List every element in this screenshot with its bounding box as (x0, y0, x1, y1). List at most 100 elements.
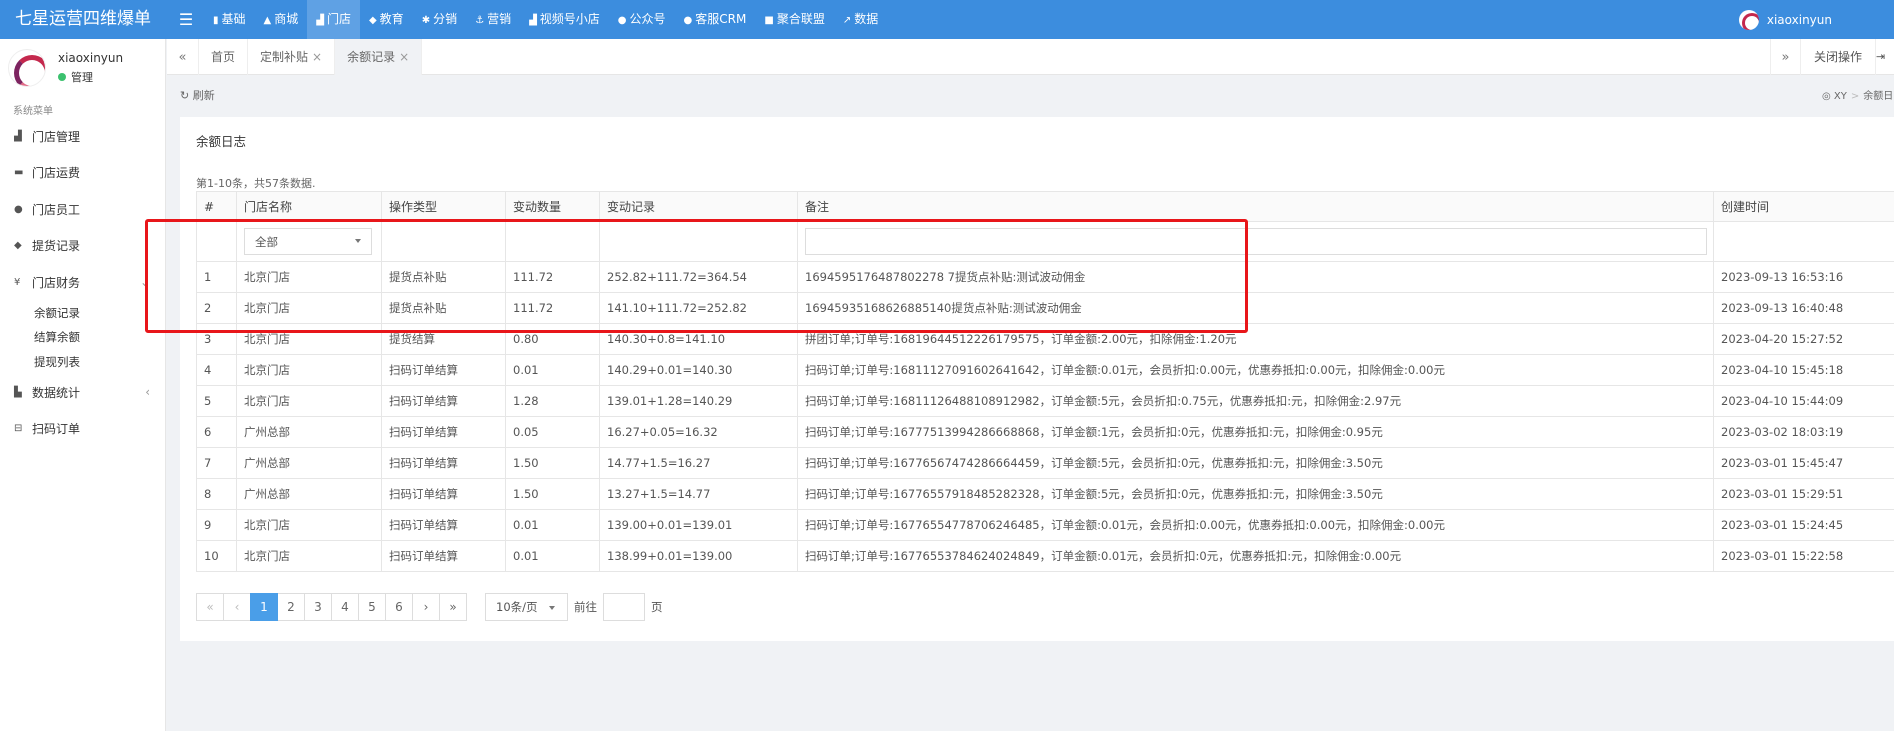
sidebar-item-label: 门店管理 (32, 129, 81, 144)
table-cell: 9 (196, 509, 237, 541)
next-page-button[interactable]: › (412, 593, 440, 621)
balance-table: # 门店名称 操作类型 变动数量 变动记录 备注 创建时间 全部 1 北京门店 提货点补贴 111… (196, 191, 1894, 572)
page-suffix-label: 页 (651, 600, 663, 614)
table-cell: 北京门店 (236, 292, 382, 324)
sidebar-subitem-1[interactable]: 余额记录 (0, 301, 166, 326)
page-title: 余额日志 (196, 134, 247, 149)
chat-icon: ● (683, 15, 693, 26)
table-body: 1 北京门店 提货点补贴 111.72 252.82+111.72=364.54 1694… (196, 261, 1894, 572)
online-dot-icon (58, 73, 66, 81)
tab-3[interactable]: 余额记录 × (335, 39, 423, 75)
column-header: 门店名称 (236, 191, 382, 222)
sidebar-item-label: 数据统计 (32, 385, 81, 400)
page-button-6[interactable]: 6 (385, 593, 413, 621)
close-icon[interactable]: × (312, 50, 322, 64)
sidebar-subitem-2[interactable]: 结算余额 (0, 325, 166, 350)
nav-label: 基础 (221, 12, 246, 26)
table-row: 3 北京门店 提货结算 0.80 140.30+0.8=141.10 拼团订单;订单号:1… (196, 323, 1894, 355)
table-cell: 广州总部 (236, 478, 382, 510)
sidebar-item-7[interactable]: ⊟ 扫码订单 (0, 411, 166, 448)
breadcrumb-root[interactable]: XY (1834, 91, 1847, 102)
close-icon[interactable]: × (399, 50, 409, 64)
table-cell: 4 (196, 354, 237, 386)
table-cell: 拼团订单;订单号:16819644512226179575，订单金额:2.00元… (797, 323, 1714, 355)
sidebar-item-label: 门店员工 (32, 202, 81, 217)
table-cell: 252.82+111.72=364.54 (599, 261, 798, 293)
first-page-button[interactable]: « (196, 593, 224, 621)
sidebar-item-1[interactable]: ▟ 门店管理 (0, 118, 166, 155)
table-cell: 1.50 (505, 447, 600, 479)
page-button-3[interactable]: 3 (304, 593, 332, 621)
gear-icon: ✱ (421, 15, 431, 26)
close-operations-button[interactable]: 关闭操作 (1800, 39, 1876, 75)
page-button-5[interactable]: 5 (358, 593, 386, 621)
nav-label: 门店 (326, 12, 351, 26)
menu-toggle-icon[interactable]: ☰ (175, 0, 197, 39)
nav-gear[interactable]: ✱ 分销 (413, 0, 466, 39)
avatar (1738, 9, 1759, 30)
page-size-select[interactable]: 10条/页 (485, 593, 568, 621)
sidebar: xiaoxinyun 管理 系统菜单 ▟ 门店管理 ▬ 门店运费 ● 门店员工 ◆ 提货记录 ¥… (0, 39, 166, 731)
sidebar-user-panel: xiaoxinyun 管理 (8, 49, 158, 89)
page-button-1[interactable]: 1 (250, 593, 278, 621)
sidebar-item-4[interactable]: ◆ 提货记录 (0, 228, 166, 265)
prev-page-button[interactable]: ‹ (223, 593, 251, 621)
nav-chart-line[interactable]: ↗ 数据 (834, 0, 887, 39)
table-cell: 0.80 (505, 323, 600, 355)
table-cell: 8 (196, 478, 237, 510)
nav-store[interactable]: ▟ 门店 (307, 0, 360, 39)
tab-scroll-right-button[interactable]: » (1770, 39, 1800, 75)
tab-2[interactable]: 定制补贴 × (248, 39, 336, 75)
sidebar-item-5[interactable]: ¥ 门店财务 ⌄ (0, 264, 166, 301)
tab-scroll-left-button[interactable]: « (167, 39, 199, 75)
column-header: 变动记录 (599, 191, 798, 222)
table-cell: 2023-03-01 15:29:51 (1713, 478, 1894, 510)
sidebar-subitem-3[interactable]: 提现列表 (0, 350, 166, 375)
goto-page-input[interactable] (603, 593, 645, 621)
table-cell: 扫码订单结算 (381, 354, 506, 386)
brand-title[interactable]: 七星运营四维爆单 (0, 0, 166, 39)
nav-wechat[interactable]: ● 公众号 (609, 0, 675, 39)
table-cell: 北京门店 (236, 509, 382, 541)
breadcrumb: ◎ XY > 余额日 (1822, 91, 1894, 102)
table-row: 7 广州总部 扫码订单结算 1.50 14.77+1.5=16.27 扫码订单;订单号:1… (196, 447, 1894, 479)
nav-puzzle[interactable]: ■ 聚合联盟 (755, 0, 833, 39)
nav-bookmark[interactable]: ▮ 基础 (204, 0, 255, 39)
nav-anchor[interactable]: ⚓ 营销 (466, 0, 520, 39)
table-cell: 3 (196, 323, 237, 355)
nav-label: 聚合联盟 (776, 12, 825, 26)
nav-graduation[interactable]: ◆ 教育 (360, 0, 413, 39)
store-filter-select[interactable]: 全部 (244, 228, 372, 255)
table-cell: 16945935168626885140提货点补贴:测试波动佣金 (797, 292, 1714, 324)
remark-filter-input[interactable] (805, 228, 1707, 255)
last-page-button[interactable]: » (439, 593, 467, 621)
page-button-2[interactable]: 2 (277, 593, 305, 621)
nav-sitemap[interactable]: ▟ 视频号小店 (520, 0, 609, 39)
table-cell: 2023-03-01 15:45:47 (1713, 447, 1894, 479)
refresh-button[interactable]: ↻ 刷新 (180, 87, 215, 103)
table-cell: 139.01+1.28=140.29 (599, 385, 798, 417)
tab-1[interactable]: 首页 (199, 39, 249, 75)
nav-label: 客服CRM (695, 12, 747, 26)
pagination: « ‹ 123456 › » 10条/页 前往 页 (196, 593, 663, 621)
nav-shop[interactable]: ▲ 商城 (255, 0, 308, 39)
caret-down-icon (355, 239, 361, 243)
exit-button[interactable]: ⇥ 退 (1876, 39, 1894, 75)
nav-label: 教育 (379, 12, 404, 26)
table-row: 10 北京门店 扫码订单结算 0.01 138.99+0.01=139.00 扫码订单;订… (196, 540, 1894, 572)
table-cell: 2023-03-01 15:24:45 (1713, 509, 1894, 541)
sidebar-item-2[interactable]: ▬ 门店运费 (0, 155, 166, 192)
table-cell: 10 (196, 540, 237, 572)
table-cell: 提货点补贴 (381, 292, 506, 324)
chevron-icon: ⌄ (139, 275, 150, 290)
sidebar-item-6[interactable]: ▙ 数据统计 ‹ (0, 374, 166, 411)
page-button-4[interactable]: 4 (331, 593, 359, 621)
refresh-label: 刷新 (192, 89, 215, 102)
table-cell: 扫码订单结算 (381, 385, 506, 417)
yen-icon: ¥ (14, 276, 21, 288)
table-cell: 140.30+0.8=141.10 (599, 323, 798, 355)
top-user-menu[interactable]: xiaoxinyun (1738, 0, 1832, 39)
sidebar-user-role: 管理 (71, 71, 93, 84)
sidebar-item-3[interactable]: ● 门店员工 (0, 191, 166, 228)
nav-chat[interactable]: ● 客服CRM (675, 0, 756, 39)
